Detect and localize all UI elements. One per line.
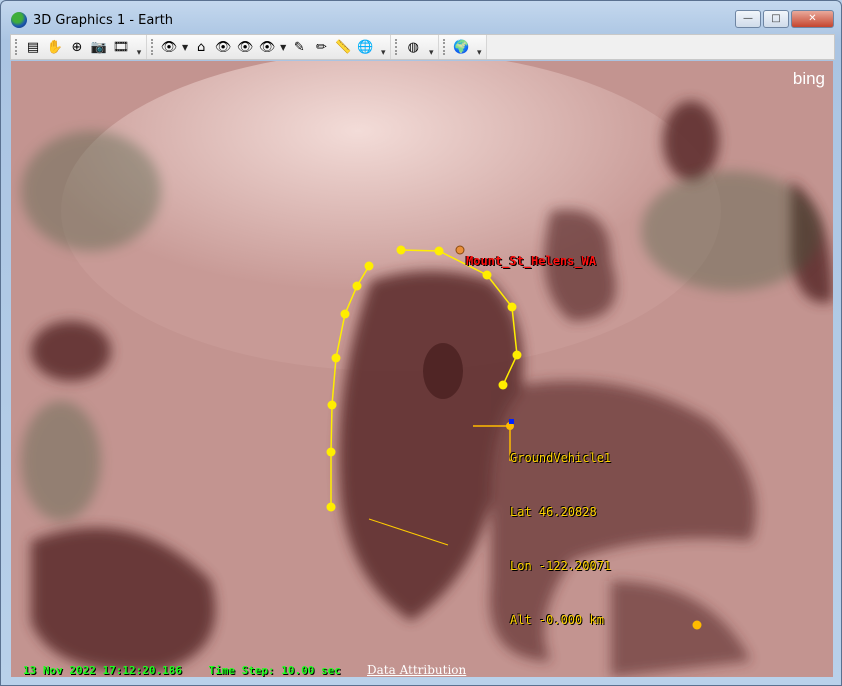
toolbar-overflow-button[interactable]: ▾ xyxy=(426,36,436,58)
toolbar: ▤ ✋ ⊕ 📷 🎞 ▾ 👁 ▼ ⌂ 👁 👁 👁 ▼ ✎ ✏ 📏 🌐 ▾ ◍ ▾ 🌍 ▾ xyxy=(10,34,835,60)
pencil-button[interactable]: ✏ xyxy=(312,38,330,56)
properties-icon: ▤ xyxy=(26,39,40,55)
toolbar-group: ◍ ▾ xyxy=(391,35,440,59)
time-step: Time Step: 10.00 sec xyxy=(208,664,341,677)
terrain-imagery xyxy=(11,61,833,677)
earth-globe-icon xyxy=(11,12,27,28)
toolbar-group: ▤ ✋ ⊕ 📷 🎞 ▾ xyxy=(11,35,147,59)
highlighter-button[interactable]: ✎ xyxy=(290,38,308,56)
disabled-globe-icon: ◍ xyxy=(407,39,419,55)
place-marker-icon xyxy=(455,245,465,255)
vehicle-alt: Alt -0.000 km xyxy=(510,613,604,627)
dropdown-arrow-icon[interactable]: ▼ xyxy=(280,43,286,52)
toolbar-grip[interactable] xyxy=(395,39,398,55)
toolbar-grip[interactable] xyxy=(151,39,153,55)
view-from-icon: 👁 xyxy=(160,39,178,55)
globe-menu-icon: 🌐 xyxy=(357,39,374,55)
globe-menu-button[interactable]: 🌐 xyxy=(356,38,374,56)
properties-button[interactable]: ▤ xyxy=(24,38,42,56)
minimize-button[interactable]: — xyxy=(735,10,761,28)
globe-download-button[interactable]: 🌍 xyxy=(452,38,470,56)
toolbar-overflow-button[interactable]: ▾ xyxy=(134,36,144,58)
toolbar-group: 🌍 ▾ xyxy=(439,35,488,59)
record-movie-icon: 🎞 xyxy=(112,39,130,55)
toolbar-group: 👁 ▼ ⌂ 👁 👁 👁 ▼ ✎ ✏ 📏 🌐 ▾ xyxy=(147,35,392,59)
datetime: 13 Nov 2022 17:12:20.186 xyxy=(23,664,182,677)
window: 3D Graphics 1 - Earth — □ ✕ ▤ ✋ ⊕ 📷 🎞 ▾ 👁 ▼ ⌂ 👁 👁 👁… xyxy=(0,0,842,686)
snapshot-button[interactable]: 📷 xyxy=(90,38,108,56)
view-to-icon: 👁 xyxy=(258,39,276,55)
pan-hand-icon: ✋ xyxy=(46,39,64,55)
close-button[interactable]: ✕ xyxy=(791,10,834,28)
data-attribution-link[interactable]: Data Attribution xyxy=(367,663,466,677)
home-view-button[interactable]: ⌂ xyxy=(192,38,210,56)
zoom-button[interactable]: ⊕ xyxy=(68,38,86,56)
toolbar-overflow-button[interactable]: ▾ xyxy=(474,36,484,58)
zoom-icon: ⊕ xyxy=(71,39,83,55)
vehicle-lon: Lon -122.20071 xyxy=(510,559,612,573)
north-up-button[interactable]: 👁 xyxy=(214,38,232,56)
vehicle-lat: Lat 46.20828 xyxy=(510,505,597,519)
bing-logo: bing xyxy=(792,69,825,88)
vehicle-label: GroundVehicle1 Lat 46.20828 Lon -122.200… xyxy=(510,413,611,665)
status-overlay: 13 Nov 2022 17:12:20.186 Time Step: 10.0… xyxy=(23,664,341,677)
pencil-icon: ✏ xyxy=(315,39,327,55)
snapshot-icon: 📷 xyxy=(90,39,108,55)
toolbar-grip[interactable] xyxy=(15,39,17,55)
title-bar: 3D Graphics 1 - Earth xyxy=(11,9,173,31)
view-to-button[interactable]: 👁 xyxy=(258,38,276,56)
dropdown-arrow-icon[interactable]: ▼ xyxy=(182,43,188,52)
3d-globe-viewport[interactable]: bing Mount_St_Helens_WA GroundVehicle1 L… xyxy=(11,61,833,677)
disabled-globe-button[interactable]: ◍ xyxy=(404,38,422,56)
north-up-icon: 👁 xyxy=(214,39,232,55)
toolbar-grip[interactable] xyxy=(443,39,446,55)
place-label: Mount_St_Helens_WA xyxy=(466,254,597,268)
toolbar-overflow-button[interactable]: ▾ xyxy=(378,36,388,58)
highlighter-icon: ✎ xyxy=(293,39,305,55)
measure-button[interactable]: 📏 xyxy=(334,38,352,56)
record-movie-button[interactable]: 🎞 xyxy=(112,38,130,56)
view-from-button[interactable]: 👁 xyxy=(160,38,178,56)
measure-icon: 📏 xyxy=(335,39,352,55)
vehicle-name: GroundVehicle1 xyxy=(510,451,612,465)
window-title: 3D Graphics 1 - Earth xyxy=(33,12,174,28)
home-view-icon: ⌂ xyxy=(197,39,206,55)
top-down-view-button[interactable]: 👁 xyxy=(236,38,254,56)
globe-download-icon: 🌍 xyxy=(453,39,470,55)
pan-hand-button[interactable]: ✋ xyxy=(46,38,64,56)
maximize-button[interactable]: □ xyxy=(763,10,789,28)
top-down-view-icon: 👁 xyxy=(236,39,254,55)
